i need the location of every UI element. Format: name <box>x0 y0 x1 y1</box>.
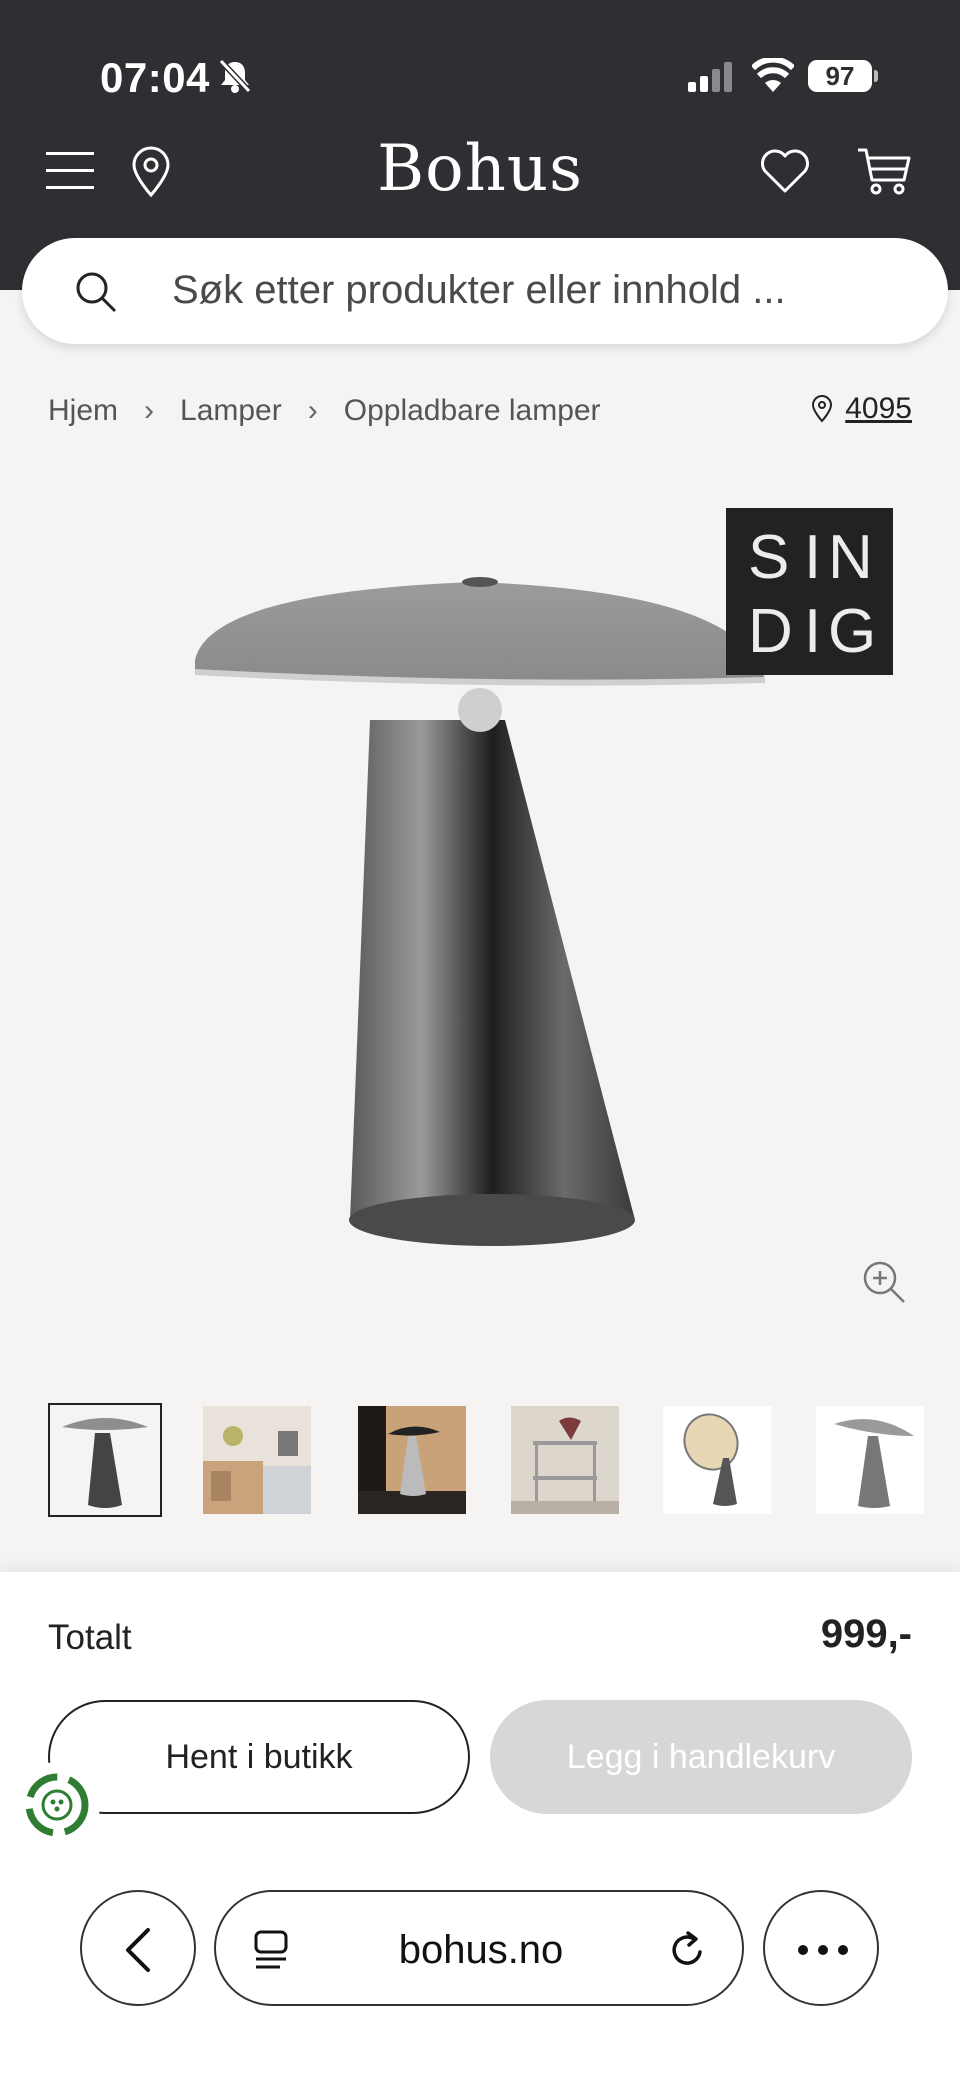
thumbnail-4[interactable] <box>511 1406 619 1514</box>
total-label: Totalt <box>48 1618 132 1657</box>
breadcrumb-lamper[interactable]: Lamper <box>180 394 282 428</box>
thumbnail-6[interactable] <box>816 1406 924 1514</box>
total-price: 999,- <box>820 1612 912 1656</box>
badge-letter: S <box>748 523 790 592</box>
wifi-icon <box>752 58 794 92</box>
browser-back-button[interactable] <box>80 1890 196 2006</box>
purchase-panel <box>0 1572 960 2087</box>
store-id[interactable]: 4095 <box>845 392 912 426</box>
battery-nub <box>874 70 878 82</box>
chevron-left-icon <box>126 1928 150 1972</box>
badge-letter: G <box>828 597 877 666</box>
browser-url: bohus.no <box>398 1928 564 1972</box>
heart-icon[interactable] <box>760 148 810 194</box>
breadcrumb-oppladbare-lamper[interactable]: Oppladbare lamper <box>344 394 601 428</box>
bell-muted-icon <box>218 58 252 94</box>
status-time: 07:04 <box>100 54 210 101</box>
thumbnail-5[interactable] <box>663 1406 771 1514</box>
thumbnail-trolley-image <box>511 1406 619 1514</box>
location-pin-icon <box>812 395 833 423</box>
chevron-right-icon: › <box>307 394 318 427</box>
badge-letter: I <box>804 597 822 666</box>
browser-address-bar[interactable]: bohus.no <box>214 1890 744 2006</box>
reload-icon[interactable] <box>668 1930 708 1970</box>
thumbnail-dark-scene-image <box>358 1406 466 1514</box>
cellular-signal-icon <box>688 62 732 92</box>
pickup-in-store-button[interactable]: Hent i butikk <box>48 1700 470 1814</box>
brand-logo[interactable]: Bohus <box>0 132 960 206</box>
recycle-icon[interactable] <box>14 1762 100 1848</box>
product-image[interactable] <box>190 560 770 1270</box>
thumbnail-1[interactable] <box>48 1403 162 1517</box>
badge-letter: N <box>828 523 873 592</box>
selected-store[interactable]: 4095 <box>811 392 912 426</box>
zoom-in-icon[interactable] <box>862 1260 906 1304</box>
thumbnail-lit-lamp-image <box>663 1406 771 1514</box>
browser-more-button[interactable] <box>763 1890 879 2006</box>
thumbnail-2[interactable] <box>203 1406 311 1514</box>
more-dots-icon <box>798 1945 848 1955</box>
thumbnail-3[interactable] <box>358 1406 466 1514</box>
thumbnail-lamp-image <box>50 1405 160 1515</box>
thumbnail-room-image <box>203 1406 311 1514</box>
add-to-cart-button[interactable]: Legg i handlekurv <box>490 1700 912 1814</box>
cart-icon[interactable] <box>856 146 912 196</box>
breadcrumb: Hjem › Lamper › Oppladbare lamper <box>48 394 601 428</box>
breadcrumb-home[interactable]: Hjem <box>48 394 118 428</box>
badge-letter: I <box>804 523 822 592</box>
chevron-right-icon: › <box>144 394 155 427</box>
thumbnail-lamp-angle-image <box>816 1406 924 1514</box>
battery-indicator: 97 <box>808 60 872 92</box>
search-input[interactable]: Søk etter produkter eller innhold ... <box>172 268 786 313</box>
sindig-brand-badge: S I N D I G <box>726 508 893 675</box>
search-bar[interactable]: Søk etter produkter eller innhold ... <box>22 238 948 344</box>
search-icon <box>76 272 117 313</box>
badge-letter: D <box>748 597 793 666</box>
